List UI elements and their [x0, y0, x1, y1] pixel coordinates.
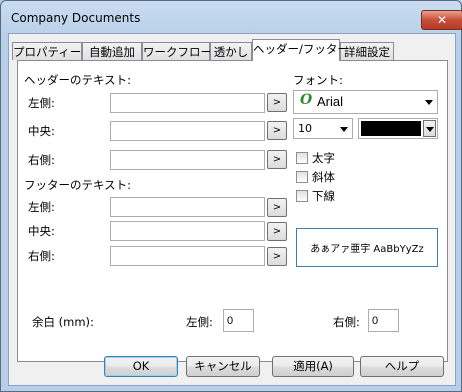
- font-preview-text: あぁアァ亜宇 AaBbYyZz: [310, 244, 424, 255]
- tab-workflow[interactable]: ワークフロー: [142, 42, 212, 60]
- footer-left-insert-button[interactable]: >: [267, 198, 287, 217]
- bold-label: 太字: [312, 151, 335, 165]
- font-family-combo[interactable]: O Arial: [293, 90, 438, 114]
- font-color-swatch: [361, 121, 421, 136]
- margin-label: 余白 (mm):: [32, 315, 94, 329]
- tab-auto-add[interactable]: 自動追加: [82, 42, 142, 60]
- header-left-label: 左側:: [28, 96, 55, 110]
- chevron-down-icon: [340, 126, 348, 132]
- bold-checkbox[interactable]: [296, 152, 308, 164]
- footer-right-insert-button[interactable]: >: [267, 247, 287, 266]
- chevron-down-icon: [426, 126, 434, 132]
- footer-center-insert-button[interactable]: >: [267, 222, 287, 241]
- header-left-insert-button[interactable]: >: [267, 93, 287, 112]
- header-center-input[interactable]: [110, 121, 265, 141]
- font-preview: あぁアァ亜宇 AaBbYyZz: [296, 228, 438, 267]
- close-icon: ✕: [436, 13, 448, 27]
- opentype-font-icon: O: [300, 92, 313, 108]
- header-right-insert-button[interactable]: >: [267, 150, 287, 169]
- header-footer-panel: ヘッダーのテキスト: 左側: > 中央: > 右側: > フッターのテキスト: …: [17, 60, 448, 362]
- footer-center-label: 中央:: [28, 224, 55, 238]
- dialog-window: Company Documents ✕ プロパティー 自動追加 ワークフロー 透…: [0, 0, 462, 392]
- tab-properties[interactable]: プロパティー: [12, 42, 82, 60]
- font-size-combo[interactable]: 10: [293, 118, 353, 139]
- italic-label: 斜体: [312, 170, 335, 184]
- header-text-section-label: ヘッダーのテキスト:: [24, 73, 132, 87]
- footer-text-section-label: フッターのテキスト:: [24, 178, 132, 192]
- footer-center-input[interactable]: [110, 221, 265, 241]
- header-center-label: 中央:: [28, 124, 55, 138]
- footer-left-input[interactable]: [110, 197, 265, 217]
- footer-right-input[interactable]: [110, 246, 265, 266]
- margin-left-input[interactable]: [223, 309, 254, 332]
- window-title: Company Documents: [11, 11, 141, 25]
- header-left-input[interactable]: [110, 93, 265, 113]
- font-family-value: Arial: [317, 94, 344, 109]
- underline-checkbox[interactable]: [296, 190, 308, 202]
- title-bar[interactable]: Company Documents ✕: [1, 1, 462, 33]
- help-button[interactable]: ヘルプ: [360, 356, 444, 377]
- margin-left-label: 左側:: [186, 315, 213, 329]
- ok-button[interactable]: OK: [104, 356, 178, 377]
- chevron-down-icon: [425, 100, 433, 105]
- color-dropdown-button[interactable]: [423, 120, 436, 137]
- font-color-picker[interactable]: [358, 118, 438, 139]
- underline-label: 下線: [312, 189, 335, 203]
- margin-right-input[interactable]: [368, 309, 399, 332]
- header-right-input[interactable]: [110, 150, 265, 170]
- close-button[interactable]: ✕: [421, 10, 462, 30]
- dialog-client-area: プロパティー 自動追加 ワークフロー 透かし ヘッダー/フッター 詳細設定 ヘッ…: [8, 33, 456, 386]
- italic-checkbox[interactable]: [296, 171, 308, 183]
- font-section-label: フォント:: [293, 73, 343, 87]
- header-center-insert-button[interactable]: >: [267, 121, 287, 140]
- tab-watermark[interactable]: 透かし: [210, 42, 252, 60]
- footer-left-label: 左側:: [28, 200, 55, 214]
- cancel-button[interactable]: キャンセル: [186, 356, 260, 377]
- margin-right-label: 右側:: [333, 315, 360, 329]
- footer-right-label: 右側:: [28, 249, 55, 263]
- font-size-value: 10: [298, 122, 312, 135]
- tab-header-footer[interactable]: ヘッダー/フッター: [252, 39, 349, 61]
- header-right-label: 右側:: [28, 153, 55, 167]
- apply-button[interactable]: 適用(A): [272, 356, 354, 377]
